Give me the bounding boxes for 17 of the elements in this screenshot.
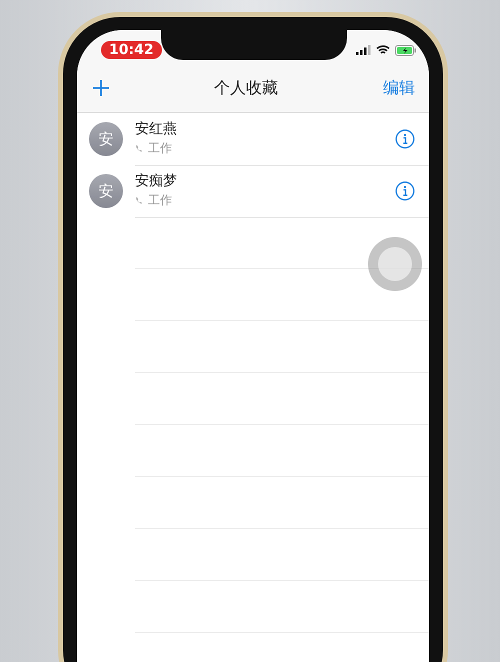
edit-button[interactable]: 编辑 — [383, 78, 415, 98]
signal-icon — [356, 45, 371, 55]
nav-title: 个人收藏 — [214, 78, 278, 98]
battery-icon — [395, 44, 417, 56]
status-time: 10:42 — [101, 41, 162, 59]
wifi-icon — [376, 45, 390, 55]
contact-name[interactable]: 安痴梦 — [135, 172, 177, 190]
phone-icon — [135, 196, 144, 205]
avatar: 安 — [89, 174, 123, 208]
avatar: 安 — [89, 122, 123, 156]
add-icon[interactable] — [93, 80, 109, 96]
contact-name[interactable]: 安红燕 — [135, 120, 177, 138]
info-icon[interactable] — [395, 128, 415, 148]
phone-label: 工作 — [148, 192, 172, 209]
phone-icon — [135, 144, 144, 153]
info-icon[interactable] — [395, 180, 415, 200]
phone-label: 工作 — [148, 140, 172, 157]
